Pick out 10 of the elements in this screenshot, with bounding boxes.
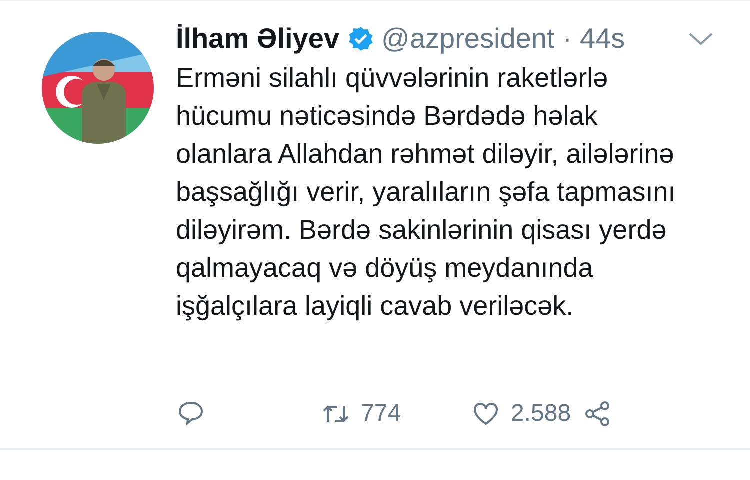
user-name[interactable]: İlham Əliyev — [176, 23, 340, 55]
chevron-down-icon[interactable] — [688, 31, 714, 47]
action-count: 2.588 — [511, 400, 572, 428]
timestamp[interactable]: 44s — [580, 23, 626, 55]
action-count: 774 — [361, 400, 402, 428]
user-handle[interactable]: @azpresident — [382, 23, 555, 55]
heart-icon[interactable] — [471, 400, 501, 428]
reply-icon[interactable] — [176, 400, 206, 428]
separator: · — [562, 23, 572, 55]
tweet-text: Erməni silahlı qüvvələrinin raketlərlə hücumu nəticəsində Bərdədə həlak olanlara Allahdan rəhmət diləyir, ailələrinə başsağlığı verir, yaralıların şəfa tapmasını diləyirəm. Bərdə sakinlərinin qisası yerdə qalmayacaq və döyüş meydanında işğalçılara layiqli cavab veriləcək. — [176, 62, 677, 323]
